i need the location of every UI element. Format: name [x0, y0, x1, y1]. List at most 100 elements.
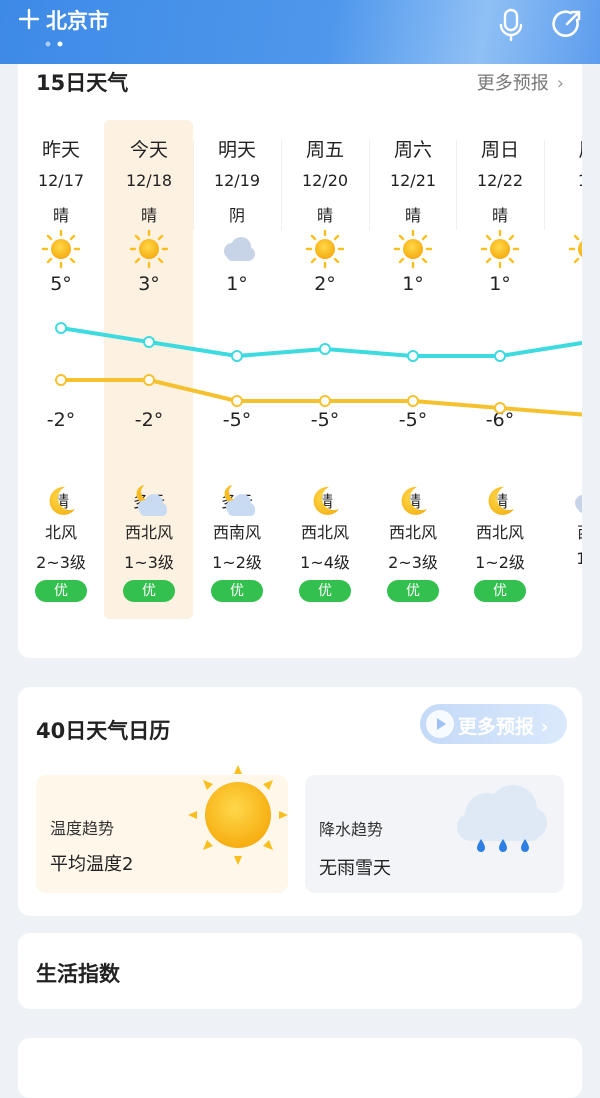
calendar-more-label: 更多预报 ›: [458, 716, 549, 738]
day-name: 明天: [217, 139, 256, 161]
high-temp-point: [494, 350, 506, 362]
day-condition: 阴: [228, 206, 245, 225]
cloud-icon: [224, 237, 255, 261]
day-name: 周五: [305, 139, 344, 161]
day-name: 昨天: [41, 139, 80, 161]
life-index-card[interactable]: 生活指数: [18, 933, 582, 1009]
add-city-icon[interactable]: [18, 8, 40, 30]
microphone-icon[interactable]: [496, 7, 526, 43]
wind-direction: 西南风: [212, 523, 261, 542]
cloudy-night-icon: [136, 485, 167, 516]
high-temp: 5°: [50, 273, 72, 295]
day-date: 12/21: [389, 171, 437, 190]
temperature-chart: [55, 322, 582, 417]
day-condition: 晴: [140, 206, 157, 225]
temperature-trend-value: 平均温度2: [50, 854, 134, 875]
day-date: 12/22: [476, 171, 524, 190]
aqi-badge: 优: [211, 580, 263, 602]
moon-icon: [49, 486, 75, 515]
moon-icon: [488, 486, 514, 515]
calendar-more-button[interactable]: 更多预报 ›: [420, 704, 567, 744]
wind-direction: 西北风: [475, 523, 524, 542]
city-name[interactable]: 北京市: [46, 5, 109, 35]
low-temp-point: [143, 374, 155, 386]
high-temp-point: [231, 350, 243, 362]
high-temp-point: [55, 322, 67, 334]
day-date: 12/20: [301, 171, 349, 190]
temperature-trend-panel[interactable]: 温度趋势 平均温度2: [36, 765, 288, 893]
day-date: 12/18: [125, 171, 173, 190]
wind-direction: 西:: [544, 519, 582, 543]
sun-icon: [568, 234, 582, 264]
high-temp: 1°: [402, 273, 424, 295]
wind-direction: 西北风: [388, 523, 437, 542]
day-condition: 晴: [404, 206, 421, 225]
precipitation-trend-label: 降水趋势: [319, 820, 384, 839]
low-temp-point: [55, 374, 67, 386]
sun-icon: [188, 765, 288, 865]
chevron-right-icon: ›: [556, 73, 564, 94]
cloud-icon: [575, 495, 582, 513]
precipitation-trend-panel[interactable]: 降水趋势 无雨雪天: [305, 775, 564, 893]
sun-icon: [480, 229, 520, 269]
play-icon: [426, 710, 454, 738]
wind-level: 1~: [576, 549, 582, 568]
day-date: 12: [544, 171, 582, 190]
forecast-15-day-card: 15日天气 更多预报 › 昨天 12/17 晴 5° -2° 晴北风 2~3级优今天 12/18…: [18, 40, 582, 658]
page-indicator: [45, 41, 63, 47]
share-icon[interactable]: [550, 7, 584, 41]
wind-level: 1~2级: [475, 553, 525, 572]
low-temp-point: [407, 395, 419, 407]
forecast-15-title: 15日天气: [36, 71, 129, 95]
sun-icon: [129, 229, 169, 269]
wind-level: 1~3级: [124, 553, 174, 572]
wind-level: 2~3级: [388, 553, 438, 572]
temperature-trend-label: 温度趋势: [50, 819, 115, 838]
cloudy-night-icon: [224, 485, 255, 516]
high-temp: 1°: [226, 273, 248, 295]
wind-level: 2~3级: [36, 553, 86, 572]
day-condition: 晴: [316, 206, 333, 225]
day-name: 周日: [480, 139, 519, 161]
life-index-title: 生活指数: [36, 962, 120, 986]
top-bar: 北京市: [0, 0, 600, 64]
aqi-badge: 优: [35, 580, 87, 602]
low-temp-point: [319, 395, 331, 407]
high-temp: 2°: [314, 273, 336, 295]
high-temp-point: [143, 336, 155, 348]
day-condition: 晴: [491, 206, 508, 225]
wind-direction: 西北风: [300, 523, 349, 542]
day-name: 周六: [393, 139, 432, 161]
forecast-15-more-link[interactable]: 更多预报 ›: [477, 69, 564, 95]
aqi-badge: 优: [123, 580, 175, 602]
moon-icon: [401, 486, 427, 515]
day-date: 12/17: [37, 171, 85, 190]
moon-icon: [313, 486, 339, 515]
day-name: 今天: [129, 139, 168, 161]
calendar-40-title: 40日天气日历: [36, 719, 171, 743]
aqi-badge: 优: [387, 580, 439, 602]
low-temp-point: [494, 402, 506, 414]
high-temp-point: [319, 343, 331, 355]
sun-icon: [305, 229, 345, 269]
high-temp-point: [407, 350, 419, 362]
day-name: 周: [544, 135, 582, 162]
sun-icon: [393, 229, 433, 269]
wind-level: 1~4级: [300, 553, 350, 572]
wind-direction: 北风: [44, 523, 77, 542]
more-forecast-label: 更多预报: [476, 73, 549, 94]
next-card: [18, 1038, 582, 1098]
precipitation-trend-value: 无雨雪天: [319, 858, 391, 879]
rain-cloud-icon: [457, 785, 547, 852]
high-temp: 1°: [489, 273, 511, 295]
high-temp: 3: [544, 273, 583, 295]
wind-direction: 西北风: [124, 523, 173, 542]
day-condition: 晴: [52, 206, 69, 225]
calendar-40-day-card: 40日天气日历 更多预报 › 温度趋势 平均温度2 降水趋势 无雨雪天: [18, 687, 582, 916]
day-date: 12/19: [213, 171, 261, 190]
low-temp-point: [231, 395, 243, 407]
sun-icon: [41, 229, 81, 269]
aqi-badge: 优: [299, 580, 351, 602]
aqi-badge: 优: [474, 580, 526, 602]
wind-level: 1~2级: [212, 553, 262, 572]
